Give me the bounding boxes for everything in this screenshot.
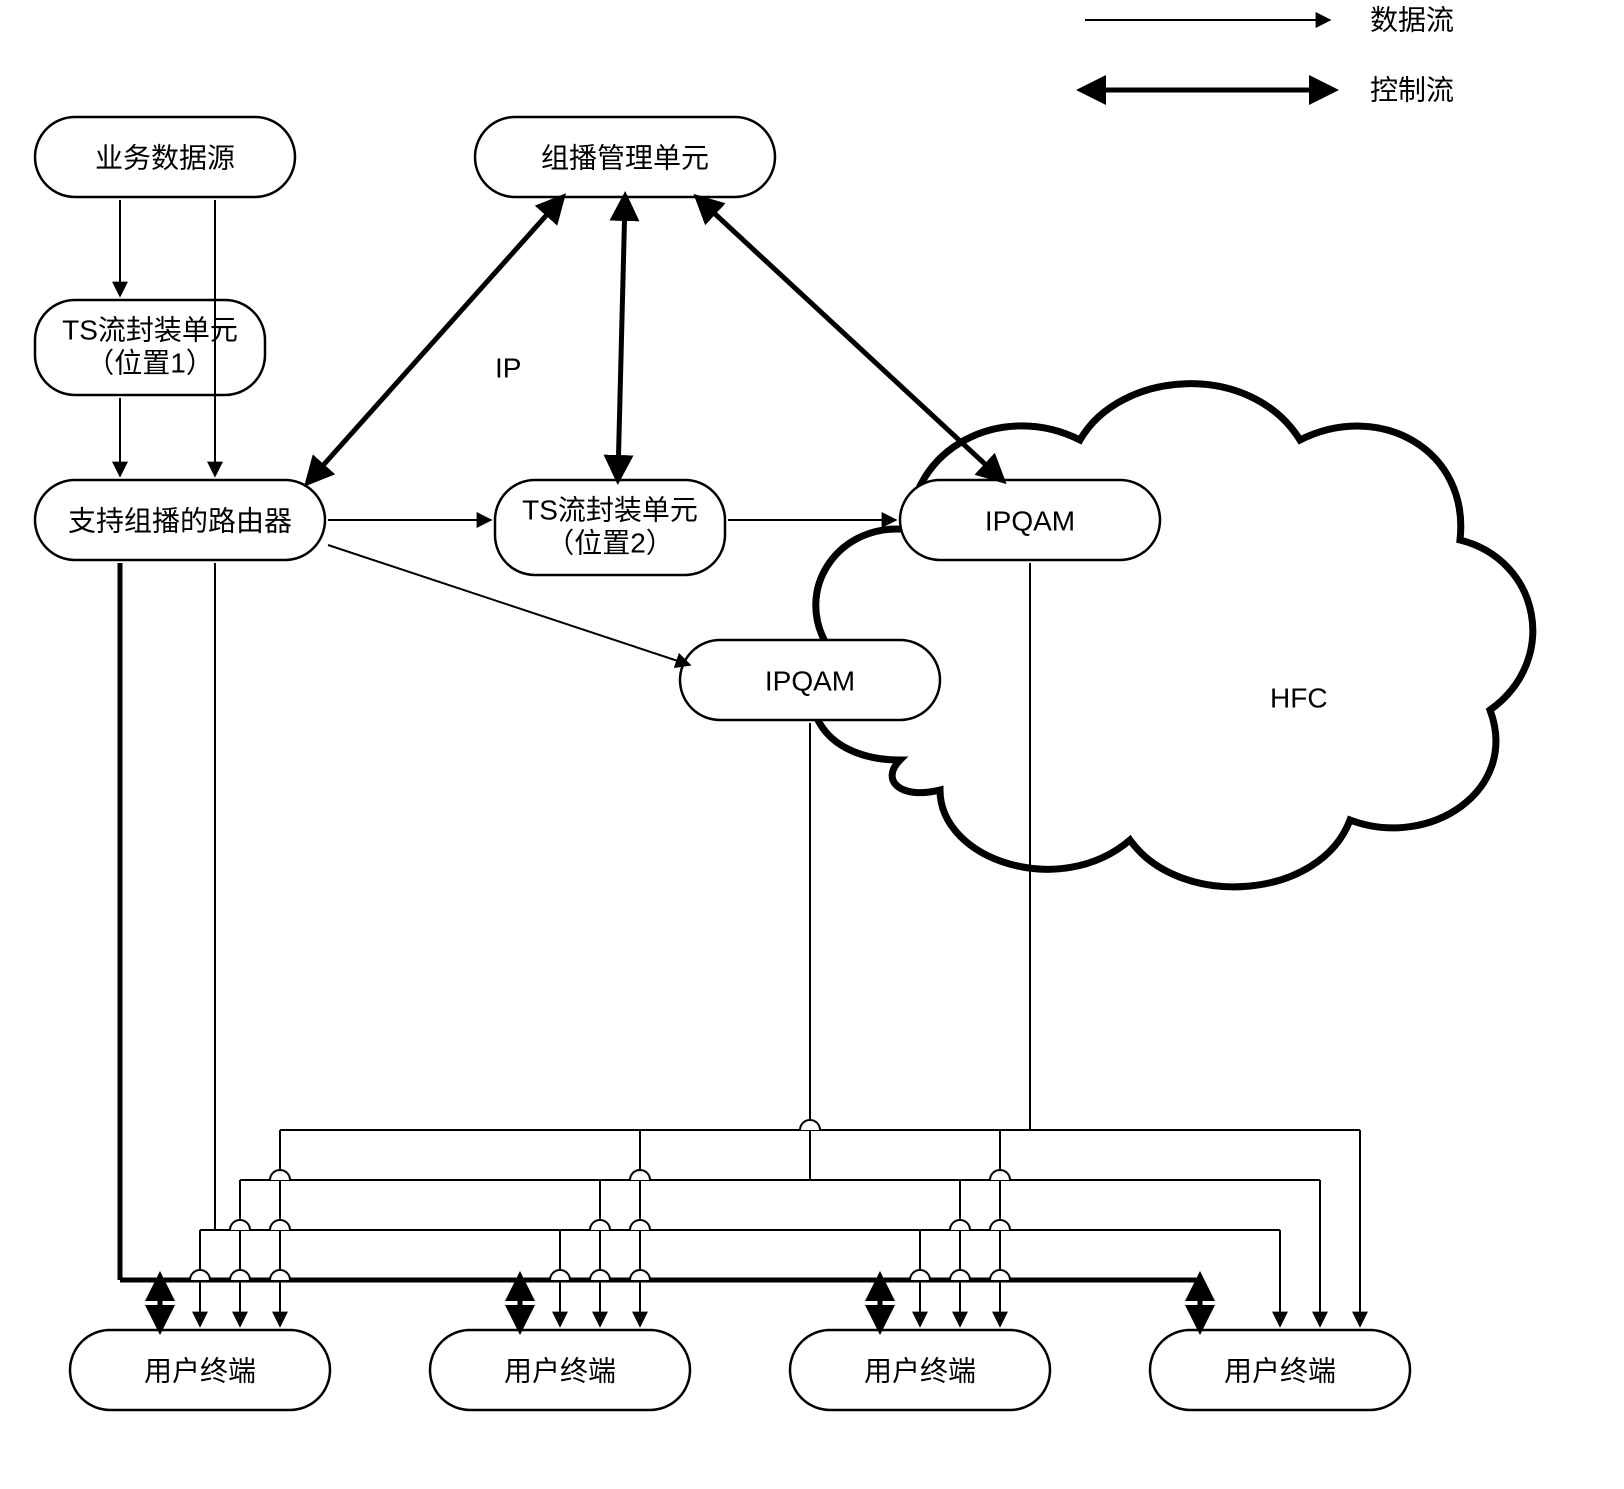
- node-ipqam-2-label: IPQAM: [765, 665, 855, 696]
- diagram-canvas: 数据流 控制流 HFC 业务数据源 组播管理单元 TS流封装单元 （位置1） 支…: [0, 0, 1624, 1489]
- node-terminal-3-label: 用户终端: [864, 1355, 976, 1386]
- node-ts-unit-1-label-1: TS流封装单元: [62, 314, 238, 345]
- legend: 数据流 控制流: [1085, 4, 1454, 105]
- node-ts-unit-1-label-2: （位置1）: [86, 347, 214, 378]
- node-ipqam-1-label: IPQAM: [985, 505, 1075, 536]
- node-source-label: 业务数据源: [95, 142, 235, 173]
- edge-mcast-ipqam1: [700, 200, 1000, 478]
- hfc-cloud: [812, 384, 1532, 887]
- node-terminal-4-label: 用户终端: [1224, 1355, 1336, 1386]
- edge-mcast-router: [310, 200, 560, 480]
- node-ts-unit-2-label-2: （位置2）: [546, 527, 674, 558]
- ip-label: IP: [495, 352, 521, 383]
- node-terminal-1-label: 用户终端: [144, 1355, 256, 1386]
- hfc-label: HFC: [1270, 682, 1328, 713]
- legend-control-flow: 控制流: [1370, 74, 1454, 105]
- node-ts-unit-2-label-1: TS流封装单元: [522, 494, 698, 525]
- node-router-label: 支持组播的路由器: [68, 505, 292, 536]
- node-terminal-2-label: 用户终端: [504, 1355, 616, 1386]
- legend-data-flow: 数据流: [1370, 4, 1454, 35]
- edge-mcast-ts2: [618, 200, 625, 476]
- node-mcast-mgr-label: 组播管理单元: [541, 142, 709, 173]
